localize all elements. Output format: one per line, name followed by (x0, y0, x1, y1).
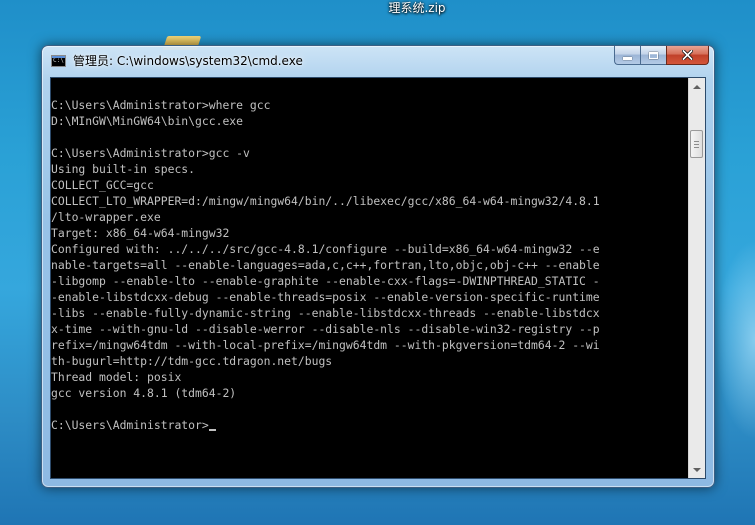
console-line: -libs --enable-fully-dynamic-string --en… (51, 306, 600, 320)
grip-icon (694, 144, 699, 145)
scroll-down-button[interactable] (689, 461, 705, 478)
console-line: -enable-libstdcxx-debug --enable-threads… (51, 290, 600, 304)
desktop-background-glow (715, 240, 755, 440)
minimize-icon (623, 56, 632, 60)
close-button[interactable] (666, 46, 709, 65)
console-line: D:\MInGW\MinGW64\bin\gcc.exe (51, 114, 244, 128)
arrow-up-icon (693, 84, 701, 89)
console-line: /lto-wrapper.exe (51, 210, 161, 224)
grip-icon (694, 141, 699, 142)
console-line: COLLECT_LTO_WRAPPER=d:/mingw/mingw64/bin… (51, 194, 600, 208)
window-title: 管理员: C:\windows\system32\cmd.exe (73, 54, 303, 68)
minimize-button[interactable] (614, 46, 640, 65)
caption-buttons (614, 46, 709, 66)
console-line: nable-targets=all --enable-languages=ada… (51, 258, 600, 272)
console-line: COLLECT_GCC=gcc (51, 178, 154, 192)
close-icon (682, 50, 693, 60)
console-output: C:\Users\Administrator>where gcc D:\MInG… (51, 97, 691, 433)
console-line: refix=/mingw64tdm --with-local-prefix=/m… (51, 338, 600, 352)
console-line: Target: x86_64-w64-mingw32 (51, 226, 230, 240)
maximize-button[interactable] (640, 46, 666, 65)
cmd-icon[interactable]: C:\ (51, 55, 66, 67)
title-bar[interactable]: C:\ 管理员: C:\windows\system32\cmd.exe (42, 46, 714, 76)
console-line: th-bugurl=http://tdm-gcc.tdragon.net/bug… (51, 354, 333, 368)
vertical-scrollbar[interactable] (688, 78, 705, 478)
cmd-window[interactable]: C:\ 管理员: C:\windows\system32\cmd.exe C:\… (41, 45, 715, 488)
prompt-text: C:\Users\Administrator> (51, 418, 209, 432)
console-line: gcc version 4.8.1 (tdm64-2) (51, 386, 237, 400)
grip-icon (694, 147, 699, 148)
console-line: x-time --with-gnu-ld --disable-werror --… (51, 322, 600, 336)
text-cursor (208, 429, 216, 431)
console-line: -libgomp --enable-lto --enable-graphite … (51, 274, 600, 288)
arrow-down-icon (693, 467, 701, 472)
desktop-file-label[interactable]: 理系统.zip (382, 0, 452, 16)
console-line: C:\Users\Administrator>gcc -v (51, 146, 250, 160)
scrollbar-thumb[interactable] (690, 130, 703, 158)
maximize-icon (649, 51, 658, 59)
prompt-line[interactable]: C:\Users\Administrator> (51, 417, 691, 433)
console-area[interactable]: C:\Users\Administrator>where gcc D:\MInG… (50, 77, 706, 479)
scroll-up-button[interactable] (689, 78, 705, 95)
console-line: Thread model: posix (51, 370, 182, 384)
console-line: C:\Users\Administrator>where gcc (51, 98, 271, 112)
console-line: Configured with: ../../../src/gcc-4.8.1/… (51, 242, 600, 256)
console-line: Using built-in specs. (51, 162, 196, 176)
